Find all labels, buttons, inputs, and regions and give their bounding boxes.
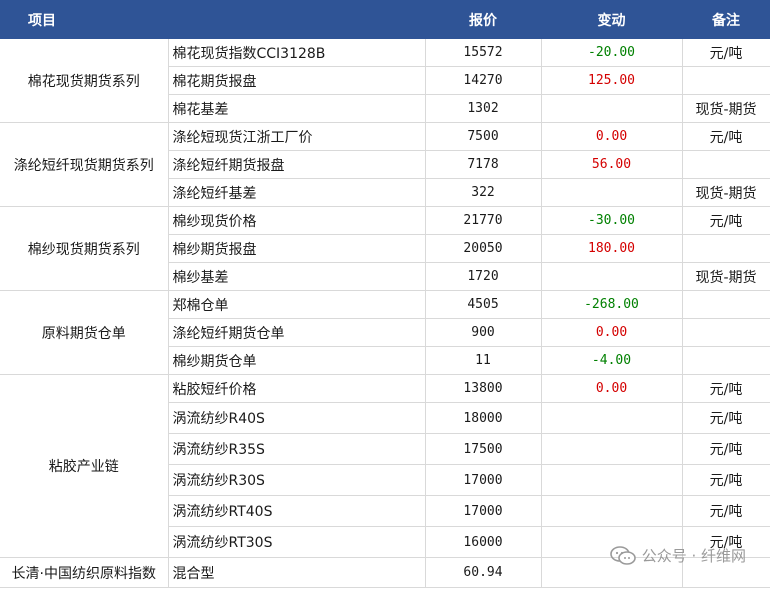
change-cell [541, 262, 683, 291]
change-cell [541, 464, 683, 496]
change-cell: 0.00 [541, 122, 683, 151]
price-cell: 1302 [425, 94, 542, 123]
table-row: 原料期货仓单 郑棉仓单 4505 -268.00 [0, 290, 770, 375]
series-cell: 原料期货仓单 [0, 290, 169, 375]
series-cell: 棉花现货期货系列 [0, 39, 169, 123]
note-cell: 元/吨 [682, 206, 770, 235]
note-cell: 元/吨 [682, 495, 770, 527]
item-cell: 涤纶短纤期货报盘 [168, 150, 426, 179]
change-cell: -268.00 [541, 290, 683, 319]
item-cell: 涤纶短纤基差 [168, 178, 426, 207]
price-cell: 11 [425, 346, 542, 375]
note-cell: 元/吨 [682, 402, 770, 434]
price-cell: 16000 [425, 526, 542, 558]
item-cell: 棉纱基差 [168, 262, 426, 291]
change-cell: -30.00 [541, 206, 683, 235]
price-cell: 20050 [425, 234, 542, 263]
change-cell [541, 495, 683, 527]
item-cell: 涤纶短现货江浙工厂价 [168, 122, 426, 151]
price-cell: 1720 [425, 262, 542, 291]
item-cell: 涡流纺纱R30S [168, 464, 426, 496]
item-cell: 粘胶短纤价格 [168, 374, 426, 403]
item-cell: 郑棉仓单 [168, 290, 426, 319]
item-cell: 棉纱期货报盘 [168, 234, 426, 263]
change-cell: -4.00 [541, 346, 683, 375]
note-cell [682, 234, 770, 263]
change-cell [541, 433, 683, 465]
header-item: 项目 [0, 0, 426, 39]
item-cell: 涡流纺纱RT40S [168, 495, 426, 527]
wechat-icon [609, 545, 636, 565]
change-cell [541, 94, 683, 123]
item-cell: 涡流纺纱R40S [168, 402, 426, 434]
item-cell: 涡流纺纱RT30S [168, 526, 426, 558]
header-change: 变动 [541, 0, 683, 39]
note-cell: 元/吨 [682, 39, 770, 67]
price-cell: 14270 [425, 66, 542, 95]
price-cell: 7500 [425, 122, 542, 151]
watermark-text: 公众号 · 纤维网 [641, 547, 746, 565]
table-body: 棉花现货期货系列 棉花现货指数CCI3128B 15572 -20.00 元/吨… [0, 39, 770, 588]
note-cell: 现货-期货 [682, 94, 770, 123]
price-cell: 17000 [425, 495, 542, 527]
table-row: 棉花现货期货系列 棉花现货指数CCI3128B 15572 -20.00 元/吨 [0, 39, 770, 123]
price-cell: 18000 [425, 402, 542, 434]
note-cell [682, 290, 770, 319]
header-note: 备注 [682, 0, 770, 39]
note-cell: 现货-期货 [682, 262, 770, 291]
item-cell: 棉纱期货仓单 [168, 346, 426, 375]
change-cell: 180.00 [541, 234, 683, 263]
series-cell: 棉纱现货期货系列 [0, 206, 169, 291]
price-table: 项目 报价 变动 备注 棉花现货期货系列 棉花现货指数CCI3128B 1557… [0, 0, 770, 588]
price-cell: 4505 [425, 290, 542, 319]
change-cell: 56.00 [541, 150, 683, 179]
note-cell [682, 150, 770, 179]
change-cell: 0.00 [541, 374, 683, 403]
note-cell: 现货-期货 [682, 178, 770, 207]
price-cell: 322 [425, 178, 542, 207]
table-row: 棉纱现货期货系列 棉纱现货价格 21770 -30.00 元/吨 [0, 206, 770, 291]
item-cell: 棉花基差 [168, 94, 426, 123]
price-cell: 15572 [425, 39, 542, 67]
item-cell: 棉纱现货价格 [168, 206, 426, 235]
note-cell [682, 318, 770, 347]
price-cell: 17000 [425, 464, 542, 496]
price-cell: 17500 [425, 433, 542, 465]
series-cell: 粘胶产业链 [0, 374, 169, 558]
price-cell: 21770 [425, 206, 542, 235]
table-row: 粘胶产业链 粘胶短纤价格 13800 0.00 元/吨 [0, 374, 770, 558]
change-cell: 0.00 [541, 318, 683, 347]
series-cell: 涤纶短纤现货期货系列 [0, 122, 169, 207]
item-cell: 涡流纺纱R35S [168, 433, 426, 465]
item-cell: 棉花期货报盘 [168, 66, 426, 95]
item-cell: 棉花现货指数CCI3128B [168, 39, 426, 67]
change-cell [541, 178, 683, 207]
price-cell: 7178 [425, 150, 542, 179]
change-cell: -20.00 [541, 39, 683, 67]
change-cell [541, 402, 683, 434]
table-header-row: 项目 报价 变动 备注 [0, 0, 770, 39]
note-cell [682, 346, 770, 375]
item-cell: 混合型 [168, 557, 426, 588]
change-cell: 125.00 [541, 66, 683, 95]
note-cell: 元/吨 [682, 464, 770, 496]
series-cell: 长清·中国纺织原料指数 [0, 557, 169, 588]
note-cell: 元/吨 [682, 122, 770, 151]
table-row: 涤纶短纤现货期货系列 涤纶短现货江浙工厂价 7500 0.00 元/吨 [0, 122, 770, 207]
price-cell: 900 [425, 318, 542, 347]
watermark: 公众号 · 纤维网 [609, 545, 746, 566]
note-cell [682, 66, 770, 95]
note-cell: 元/吨 [682, 433, 770, 465]
note-cell: 元/吨 [682, 374, 770, 403]
item-cell: 涤纶短纤期货仓单 [168, 318, 426, 347]
price-cell: 60.94 [425, 557, 542, 588]
header-price: 报价 [425, 0, 542, 39]
price-cell: 13800 [425, 374, 542, 403]
